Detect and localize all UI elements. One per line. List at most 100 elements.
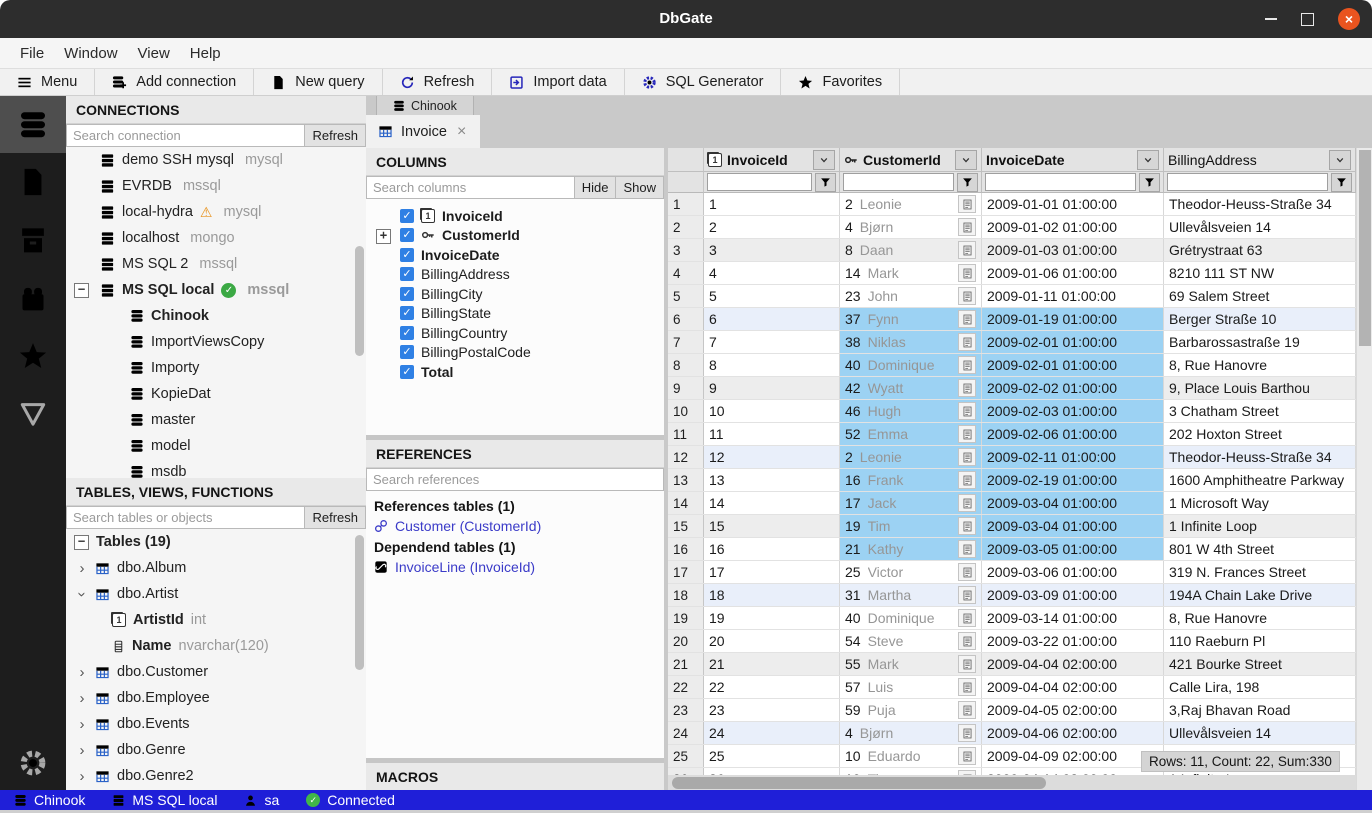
row-number[interactable]: 23 <box>668 699 704 721</box>
cell-invoiceid[interactable]: 10 <box>704 400 840 422</box>
cell-invoiceid[interactable]: 20 <box>704 630 840 652</box>
column-toggle-total[interactable]: ✓ Total <box>366 362 664 382</box>
row-number[interactable]: 3 <box>668 239 704 261</box>
cell-customerid[interactable]: 25 Victor <box>840 561 982 583</box>
cell-invoiceid[interactable]: 25 <box>704 745 840 767</box>
columns-search-input[interactable] <box>366 176 575 199</box>
cell-billingaddress[interactable]: 3 Chatham Street <box>1164 400 1356 422</box>
cell-invoiceid[interactable]: 9 <box>704 377 840 399</box>
cell-billingaddress[interactable]: 194A Chain Lake Drive <box>1164 584 1356 606</box>
cell-customerid[interactable]: 23 John <box>840 285 982 307</box>
row-number[interactable]: 14 <box>668 492 704 514</box>
cell-billingaddress[interactable]: Grétrystraat 63 <box>1164 239 1356 261</box>
tree-item[interactable]: 1ArtistId int <box>66 607 366 633</box>
connection-item[interactable]: local-hydra ⚠ mysql <box>66 199 366 225</box>
chevron-icon[interactable]: › <box>76 768 88 785</box>
columns-show-button[interactable]: Show <box>616 176 664 199</box>
column-toggle-billingcountry[interactable]: ✓ BillingCountry <box>366 323 664 343</box>
fk-lookup-button[interactable] <box>958 517 976 535</box>
cell-billingaddress[interactable]: Barbarossastraße 19 <box>1164 331 1356 353</box>
row-number[interactable]: 4 <box>668 262 704 284</box>
fk-lookup-button[interactable] <box>958 425 976 443</box>
fk-lookup-button[interactable] <box>958 563 976 581</box>
cell-invoicedate[interactable]: 2009-04-09 02:00:00 <box>982 745 1164 767</box>
toolbar-refresh-button[interactable]: Refresh <box>383 69 493 95</box>
column-toggle-invoicedate[interactable]: ✓ InvoiceDate <box>366 245 664 265</box>
connection-item[interactable]: − MS SQL local ✓ mssql <box>66 277 366 303</box>
rail-settings[interactable] <box>0 748 66 778</box>
cell-invoicedate[interactable]: 2009-01-02 01:00:00 <box>982 216 1164 238</box>
toolbar-sql-generator-button[interactable]: SQL Generator <box>625 69 782 95</box>
cell-billingaddress[interactable]: 1600 Amphitheatre Parkway <box>1164 469 1356 491</box>
scrollbar-thumb[interactable] <box>672 777 1046 789</box>
fk-lookup-button[interactable] <box>958 310 976 328</box>
cell-customerid[interactable]: 8 Daan <box>840 239 982 261</box>
status-ms-sql-local[interactable]: MS SQL local <box>112 792 217 808</box>
filter-input-invoicedate[interactable] <box>985 173 1136 191</box>
checkbox-checked[interactable]: ✓ <box>400 267 414 281</box>
rail-files[interactable] <box>0 153 66 211</box>
cell-invoicedate[interactable]: 2009-03-06 01:00:00 <box>982 561 1164 583</box>
cell-invoicedate[interactable]: 2009-04-04 02:00:00 <box>982 653 1164 675</box>
expand-icon[interactable]: + <box>376 229 391 244</box>
row-number[interactable]: 18 <box>668 584 704 606</box>
connection-item[interactable]: Chinook <box>66 303 366 329</box>
cell-customerid[interactable]: 2 Leonie <box>840 193 982 215</box>
fk-lookup-button[interactable] <box>958 379 976 397</box>
tree-item[interactable]: ›dbo.Artist <box>66 581 366 607</box>
row-number[interactable]: 21 <box>668 653 704 675</box>
toolbar-favorites-button[interactable]: Favorites <box>781 69 900 95</box>
cell-invoicedate[interactable]: 2009-01-11 01:00:00 <box>982 285 1164 307</box>
cell-billingaddress[interactable]: Theodor-Heuss-Straße 34 <box>1164 193 1356 215</box>
column-menu-button[interactable] <box>1137 150 1159 170</box>
cell-billingaddress[interactable]: 1 Microsoft Way <box>1164 492 1356 514</box>
cell-billingaddress[interactable]: 202 Hoxton Street <box>1164 423 1356 445</box>
tree-item[interactable]: Name nvarchar(120) <box>66 633 366 659</box>
row-number[interactable]: 12 <box>668 446 704 468</box>
reference-link[interactable]: Customer (CustomerId) <box>366 516 664 536</box>
cell-invoicedate[interactable]: 2009-04-05 02:00:00 <box>982 699 1164 721</box>
connection-item[interactable]: Importy <box>66 355 366 381</box>
cell-invoiceid[interactable]: 14 <box>704 492 840 514</box>
tree-item[interactable]: ›dbo.Genre2 <box>66 763 366 789</box>
cell-billingaddress[interactable]: Ullevålsveien 14 <box>1164 216 1356 238</box>
connections-search-input[interactable] <box>66 124 305 147</box>
tree-item[interactable]: ›dbo.Album <box>66 555 366 581</box>
grid-vertical-scrollbar[interactable] <box>1356 148 1372 790</box>
cell-invoiceid[interactable]: 21 <box>704 653 840 675</box>
column-toggle-invoiceid[interactable]: ✓ 1InvoiceId <box>366 206 664 226</box>
rail-connections[interactable] <box>0 96 66 153</box>
checkbox-checked[interactable]: ✓ <box>400 345 414 359</box>
fk-lookup-button[interactable] <box>958 448 976 466</box>
cell-invoicedate[interactable]: 2009-03-22 01:00:00 <box>982 630 1164 652</box>
checkbox-checked[interactable]: ✓ <box>400 228 414 242</box>
row-number[interactable]: 22 <box>668 676 704 698</box>
cell-customerid[interactable]: 37 Fynn <box>840 308 982 330</box>
cell-billingaddress[interactable]: 8, Rue Hanovre <box>1164 354 1356 376</box>
fk-lookup-button[interactable] <box>958 586 976 604</box>
row-number[interactable]: 17 <box>668 561 704 583</box>
cell-customerid[interactable]: 40 Dominique <box>840 607 982 629</box>
column-header-billingaddress[interactable]: BillingAddress <box>1164 148 1356 172</box>
tab-invoice[interactable]: Invoice × <box>366 115 480 148</box>
cell-billingaddress[interactable]: 1 Infinite Loop <box>1164 515 1356 537</box>
filter-menu-button[interactable] <box>815 173 836 192</box>
checkbox-checked[interactable]: ✓ <box>400 326 414 340</box>
close-tab-icon[interactable]: × <box>457 123 466 141</box>
cell-customerid[interactable]: 2 Leonie <box>840 446 982 468</box>
connection-item[interactable]: model <box>66 433 366 459</box>
cell-customerid[interactable]: 21 Kathy <box>840 538 982 560</box>
cell-invoicedate[interactable]: 2009-03-09 01:00:00 <box>982 584 1164 606</box>
cell-billingaddress[interactable]: Calle Lira, 198 <box>1164 676 1356 698</box>
cell-customerid[interactable]: 4 Bjørn <box>840 216 982 238</box>
cell-billingaddress[interactable]: 8210 111 ST NW <box>1164 262 1356 284</box>
cell-customerid[interactable]: 40 Dominique <box>840 354 982 376</box>
cell-invoiceid[interactable]: 11 <box>704 423 840 445</box>
cell-billingaddress[interactable]: 69 Salem Street <box>1164 285 1356 307</box>
column-toggle-billingpostalcode[interactable]: ✓ BillingPostalCode <box>366 343 664 363</box>
column-header-invoicedate[interactable]: InvoiceDate <box>982 148 1164 172</box>
column-toggle-billingaddress[interactable]: ✓ BillingAddress <box>366 265 664 285</box>
tree-item[interactable]: −Tables (19) <box>66 529 366 555</box>
tree-item[interactable]: ›dbo.Employee <box>66 685 366 711</box>
cell-customerid[interactable]: 38 Niklas <box>840 331 982 353</box>
